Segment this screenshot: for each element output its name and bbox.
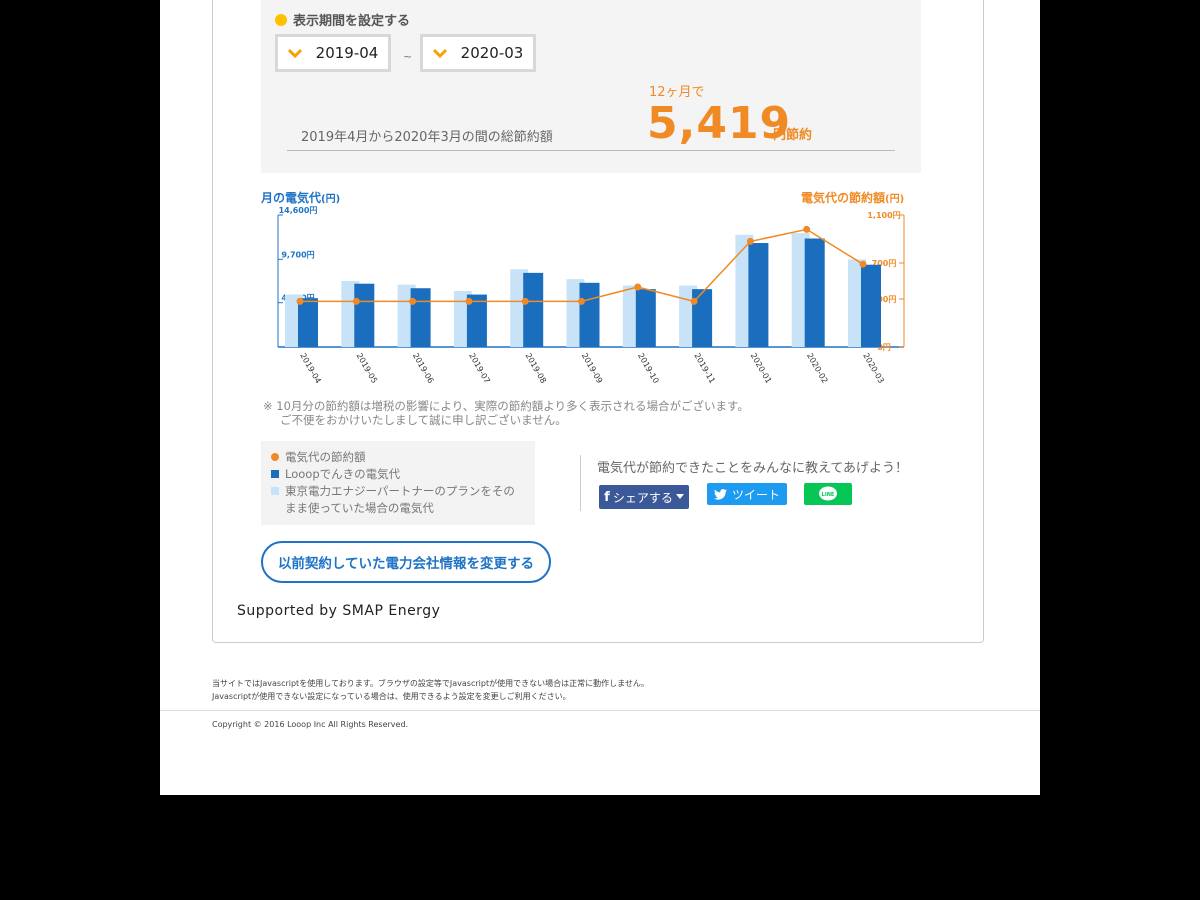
x-tick-label: 2020-02 bbox=[805, 352, 830, 385]
chevron-down-icon bbox=[432, 48, 447, 58]
legend-square-icon bbox=[271, 470, 279, 478]
chart-legend: 電気代の節約額 Looopでんきの電気代 東京電力エナジーパートナーのプランをそ… bbox=[261, 441, 535, 525]
period-title-text: 表示期間を設定する bbox=[293, 14, 411, 29]
bullet-icon bbox=[275, 13, 287, 26]
x-tick-label: 2019-11 bbox=[692, 352, 717, 385]
x-tick-label: 2019-08 bbox=[523, 352, 548, 385]
period-separator: ~ bbox=[403, 50, 413, 63]
caret-down-icon bbox=[675, 494, 684, 499]
divider bbox=[287, 150, 895, 151]
x-tick-label: 2019-05 bbox=[355, 352, 380, 385]
twitter-tweet-button[interactable]: ツイート bbox=[707, 483, 787, 505]
end-month-select[interactable]: 2020-03 bbox=[420, 34, 536, 72]
notice-text: ※ 10月分の節約額は増税の影響により、実際の節約額より多く表示される場合がござ… bbox=[263, 399, 749, 427]
svg-text:LINE: LINE bbox=[822, 492, 835, 498]
bar-looop bbox=[410, 288, 431, 347]
savings-point bbox=[578, 297, 585, 305]
footer-divider bbox=[160, 710, 1040, 711]
x-tick-label: 2019-09 bbox=[580, 352, 605, 385]
electricity-chart: 14,600円9,700円4,900円0円1,100円700円400円0円201… bbox=[277, 206, 905, 385]
end-month-value: 2020-03 bbox=[460, 44, 524, 62]
bar-looop bbox=[298, 298, 318, 347]
bar-looop bbox=[354, 283, 375, 347]
share-text: 電気代が節約できたことをみんなに教えてあげよう！ bbox=[597, 461, 908, 476]
savings-point bbox=[296, 297, 304, 305]
legend-dot-icon bbox=[271, 453, 279, 461]
bar-looop bbox=[804, 238, 825, 347]
bar-looop bbox=[748, 243, 769, 347]
facebook-share-button[interactable]: f シェアする bbox=[599, 485, 689, 509]
total-description: 2019年4月から2020年3月の間の総節約額 bbox=[301, 130, 553, 145]
right-tick-label: 1,100円 bbox=[867, 211, 900, 220]
legend-item-tepco: 東京電力エナジーパートナーのプランをそのまま使っていた場合の電気代 bbox=[271, 483, 525, 517]
x-tick-label: 2019-06 bbox=[411, 352, 436, 385]
copyright: Copyright © 2016 Looop Inc All Rights Re… bbox=[212, 720, 409, 729]
line-logo-icon: LINE bbox=[819, 486, 837, 501]
total-savings: 5,419 bbox=[647, 98, 792, 149]
savings-point bbox=[634, 283, 642, 291]
javascript-notice: 当サイトではJavascriptを使用しております。ブラウザの設定等でJavas… bbox=[212, 679, 649, 701]
chevron-down-icon bbox=[287, 48, 302, 58]
legend-square-icon bbox=[271, 487, 279, 495]
start-month-select[interactable]: 2019-04 bbox=[275, 34, 391, 72]
x-tick-label: 2020-03 bbox=[861, 352, 886, 385]
result-card: 表示期間を設定する 2019-04 ~ 2020-03 12ヶ月で 2019年4… bbox=[212, 0, 984, 643]
left-axis-title: 月の電気代(円) bbox=[261, 191, 341, 205]
bar-looop bbox=[635, 289, 656, 347]
share-divider bbox=[580, 455, 581, 511]
right-axis-title: 電気代の節約額(円) bbox=[801, 191, 905, 205]
bar-looop bbox=[861, 264, 881, 347]
bar-looop bbox=[579, 282, 600, 347]
change-previous-provider-button[interactable]: 以前契約していた電力会社情報を変更する bbox=[261, 541, 551, 583]
savings-point bbox=[859, 260, 867, 268]
x-tick-label: 2020-01 bbox=[749, 352, 774, 385]
twitter-bird-icon bbox=[713, 488, 727, 500]
x-tick-label: 2019-10 bbox=[636, 352, 661, 385]
period-panel: 表示期間を設定する 2019-04 ~ 2020-03 12ヶ月で 2019年4… bbox=[261, 0, 921, 173]
total-unit: 円節約 bbox=[773, 128, 813, 143]
savings-point bbox=[690, 297, 698, 305]
savings-point bbox=[409, 297, 417, 305]
bar-looop bbox=[523, 272, 544, 347]
supported-by-text: Supported by SMAP Energy bbox=[237, 603, 441, 619]
legend-item-looop: Looopでんきの電気代 bbox=[271, 466, 525, 483]
x-tick-label: 2019-04 bbox=[298, 352, 323, 385]
savings-point bbox=[465, 297, 473, 305]
facebook-icon: f bbox=[604, 489, 610, 505]
savings-point bbox=[803, 225, 811, 233]
savings-point bbox=[746, 237, 754, 245]
x-tick-label: 2019-07 bbox=[467, 352, 492, 385]
bar-looop bbox=[692, 289, 713, 347]
savings-point bbox=[521, 297, 529, 305]
left-tick-label: 9,700円 bbox=[281, 250, 314, 259]
savings-point bbox=[352, 297, 360, 305]
left-tick-label: 14,600円 bbox=[279, 206, 318, 215]
legend-item-savings: 電気代の節約額 bbox=[271, 449, 525, 466]
page: 表示期間を設定する 2019-04 ~ 2020-03 12ヶ月で 2019年4… bbox=[160, 0, 1040, 795]
period-title: 表示期間を設定する bbox=[275, 10, 410, 29]
start-month-value: 2019-04 bbox=[315, 44, 379, 62]
line-share-button[interactable]: LINE bbox=[804, 483, 852, 505]
